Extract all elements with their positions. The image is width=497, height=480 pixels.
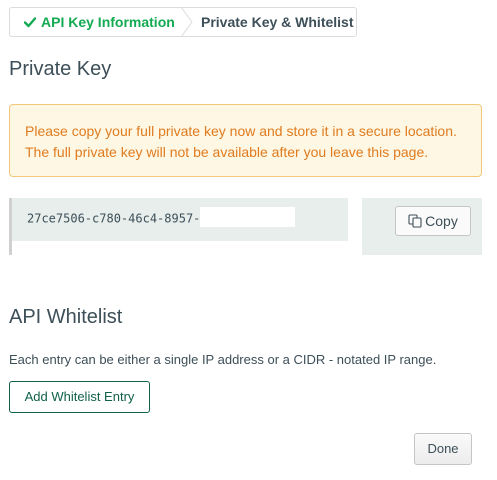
wizard-steps: API Key Information Private Key & Whitel… bbox=[9, 7, 357, 37]
private-key-heading: Private Key bbox=[9, 58, 112, 80]
step-divider-chevron bbox=[180, 7, 193, 37]
copy-label: Copy bbox=[425, 213, 458, 229]
whitelist-description: Each entry can be either a single IP add… bbox=[9, 352, 437, 367]
add-whitelist-entry-button[interactable]: Add Whitelist Entry bbox=[9, 381, 150, 413]
api-whitelist-heading: API Whitelist bbox=[9, 306, 123, 328]
copy-icon bbox=[408, 209, 422, 228]
step-2-label: Private Key & Whitelist bbox=[201, 14, 354, 30]
copy-area: Copy bbox=[362, 198, 482, 255]
private-key-field[interactable]: 27ce7506-c780-46c4-8957- bbox=[9, 198, 348, 255]
done-button[interactable]: Done bbox=[414, 433, 472, 465]
step-1-label: API Key Information bbox=[41, 14, 175, 30]
warning-line-2: The full private key will not be availab… bbox=[25, 144, 429, 160]
private-key-warning: Please copy your full private key now an… bbox=[9, 104, 482, 177]
copy-button[interactable]: Copy bbox=[395, 206, 471, 236]
checkmark-icon bbox=[23, 8, 37, 45]
redacted-key-mask bbox=[200, 207, 296, 227]
warning-line-1: Please copy your full private key now an… bbox=[25, 123, 457, 139]
private-key-value[interactable]: 27ce7506-c780-46c4-8957- bbox=[27, 212, 200, 226]
step-api-key-information[interactable]: API Key Information bbox=[23, 8, 175, 36]
step-private-key-whitelist[interactable]: Private Key & Whitelist bbox=[201, 8, 354, 36]
